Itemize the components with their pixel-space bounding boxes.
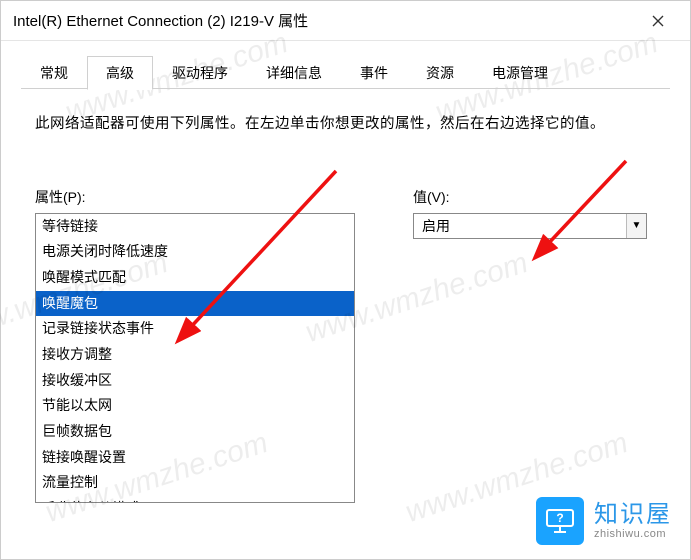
list-item[interactable]: 流量控制 (36, 470, 354, 496)
list-item[interactable]: 千兆位主从模式 (36, 496, 354, 502)
list-item[interactable]: 巨帧数据包 (36, 419, 354, 445)
list-item[interactable]: 唤醒模式匹配 (36, 265, 354, 291)
list-item[interactable]: 等待链接 (36, 214, 354, 240)
tab-resources[interactable]: 资源 (407, 56, 473, 90)
close-button[interactable] (638, 1, 678, 41)
list-item[interactable]: 记录链接状态事件 (36, 316, 354, 342)
close-icon (652, 15, 664, 27)
brand-url: zhishiwu.com (594, 528, 672, 540)
tab-details[interactable]: 详细信息 (247, 56, 341, 90)
panel-description: 此网络适配器可使用下列属性。在左边单击你想更改的属性，然后在右边选择它的值。 (35, 111, 656, 139)
tab-general[interactable]: 常规 (21, 56, 87, 90)
value-combobox[interactable]: 启用 ▼ (413, 213, 647, 239)
brand-logo: ? 知识屋 zhishiwu.com (536, 497, 672, 545)
value-label: 值(V): (413, 187, 656, 207)
list-item[interactable]: 接收方调整 (36, 342, 354, 368)
svg-text:?: ? (556, 511, 563, 525)
tab-events[interactable]: 事件 (341, 56, 407, 90)
window-title: Intel(R) Ethernet Connection (2) I219-V … (13, 10, 638, 31)
tab-power[interactable]: 电源管理 (473, 56, 567, 90)
list-item[interactable]: 链接唤醒设置 (36, 445, 354, 471)
list-item[interactable]: 接收缓冲区 (36, 368, 354, 394)
list-item[interactable]: 电源关闭时降低速度 (36, 239, 354, 265)
monitor-icon: ? (536, 497, 584, 545)
tab-advanced[interactable]: 高级 (87, 56, 153, 90)
chevron-down-icon[interactable]: ▼ (626, 214, 646, 238)
advanced-panel: 此网络适配器可使用下列属性。在左边单击你想更改的属性，然后在右边选择它的值。 属… (1, 89, 690, 503)
list-item[interactable]: 节能以太网 (36, 393, 354, 419)
properties-dialog: Intel(R) Ethernet Connection (2) I219-V … (0, 0, 691, 560)
titlebar: Intel(R) Ethernet Connection (2) I219-V … (1, 1, 690, 41)
tabstrip: 常规 高级 驱动程序 详细信息 事件 资源 电源管理 (1, 41, 690, 89)
brand-name: 知识屋 (594, 502, 672, 528)
property-listbox[interactable]: 等待链接 电源关闭时降低速度 唤醒模式匹配 唤醒魔包 记录链接状态事件 接收方调… (35, 213, 355, 503)
list-item[interactable]: 唤醒魔包 (36, 291, 354, 317)
property-label: 属性(P): (35, 187, 355, 207)
value-current: 启用 (414, 216, 626, 236)
tab-driver[interactable]: 驱动程序 (153, 56, 247, 90)
